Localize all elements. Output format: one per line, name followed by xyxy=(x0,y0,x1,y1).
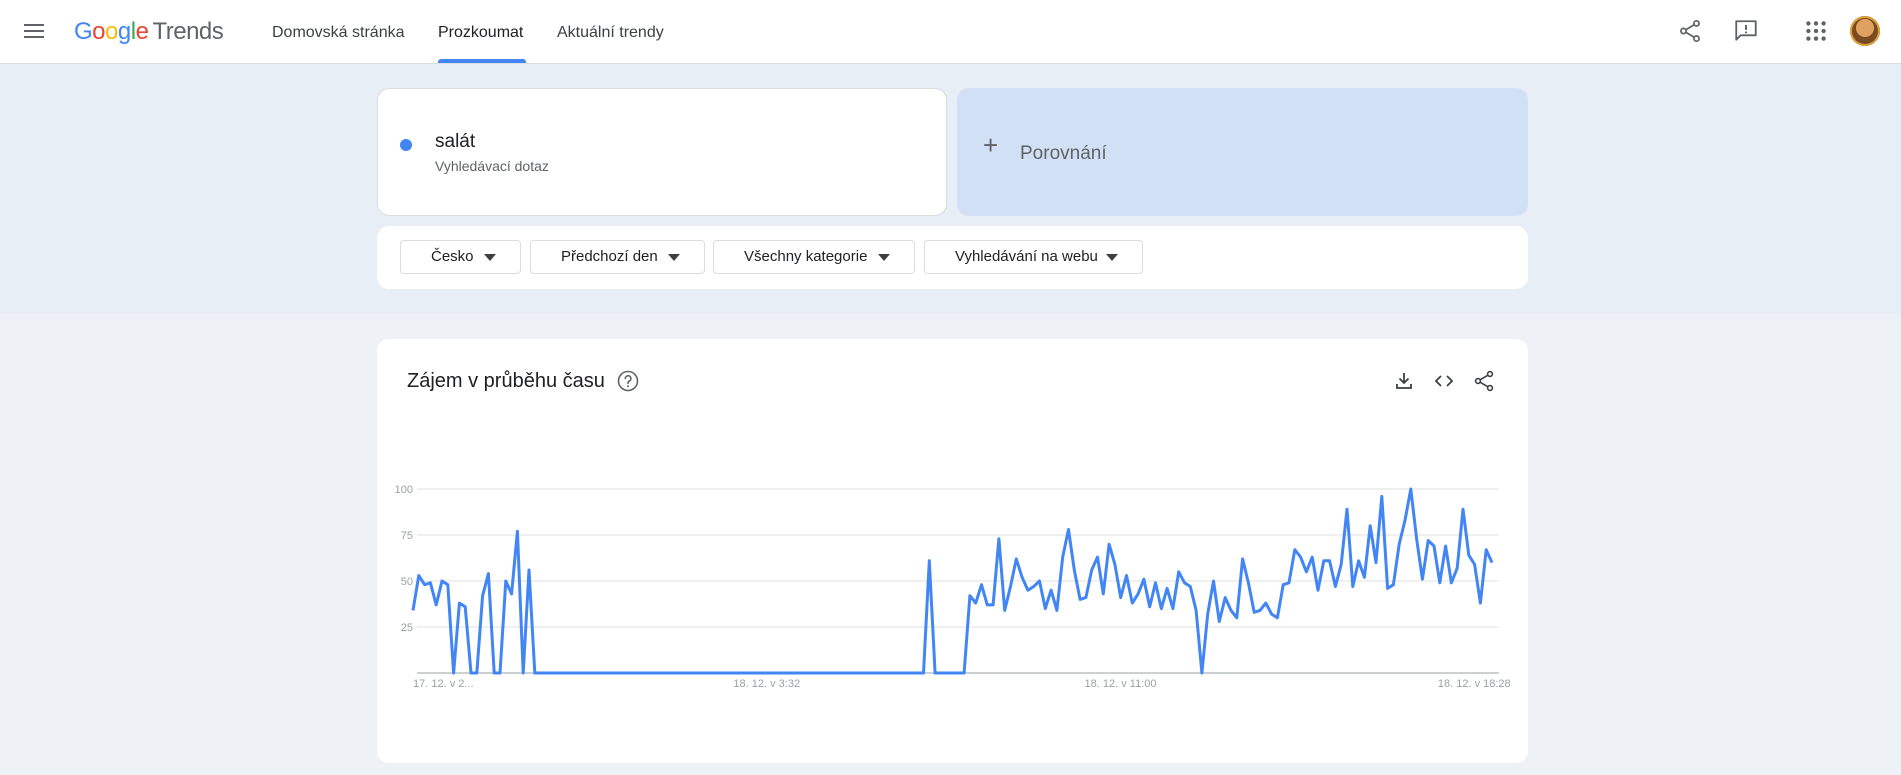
compare-button[interactable]: + Porovnání xyxy=(957,88,1528,216)
tab-home[interactable]: Domovská stránka xyxy=(272,0,405,63)
term-color-dot xyxy=(400,139,412,151)
search-term[interactable]: salát xyxy=(435,131,475,153)
y-tick-label: 100 xyxy=(395,484,413,496)
share-icon[interactable] xyxy=(1677,18,1703,44)
x-tick-label: 18. 12. v 11:00 xyxy=(1085,678,1157,690)
region-filter-label: Česko xyxy=(431,248,474,265)
region-filter[interactable]: Česko xyxy=(400,240,521,274)
x-tick-label: 18. 12. v 18:28 xyxy=(1438,678,1511,690)
dropdown-arrow-icon xyxy=(1106,254,1118,261)
time-range-filter[interactable]: Předchozí den xyxy=(530,240,705,274)
filter-bar: Česko Předchozí den Všechny kategorie Vy… xyxy=(377,226,1528,289)
active-tab-indicator xyxy=(438,59,526,63)
dropdown-arrow-icon xyxy=(878,254,890,261)
avatar[interactable] xyxy=(1850,16,1880,46)
x-tick-label: 17. 12. v 2... xyxy=(413,678,474,690)
y-tick-label: 50 xyxy=(401,576,413,588)
logo-trends-text: Trends xyxy=(152,18,224,45)
search-type-filter-label: Vyhledávání na webu xyxy=(955,248,1098,265)
interest-over-time-card: Zájem v průběhu času 100 75 50 25 17. 12. v … xyxy=(377,339,1528,763)
tab-trending-now[interactable]: Aktuální trendy xyxy=(557,0,664,63)
x-tick-label: 18. 12. v 3:32 xyxy=(733,678,800,690)
search-term-card[interactable]: salát Vyhledávací dotaz xyxy=(377,88,947,216)
plus-icon: + xyxy=(983,130,999,160)
compare-label: Porovnání xyxy=(1020,143,1107,164)
logo-google-text: Google xyxy=(74,18,149,45)
category-filter[interactable]: Všechny kategorie xyxy=(713,240,915,274)
apps-icon[interactable] xyxy=(1803,18,1829,44)
google-trends-logo[interactable]: Google Trends xyxy=(74,18,224,46)
top-app-bar: Google Trends Domovská stránka Prozkoumat… xyxy=(0,0,1901,64)
dropdown-arrow-icon xyxy=(484,254,496,261)
feedback-icon[interactable] xyxy=(1733,18,1759,44)
search-term-type: Vyhledávací dotaz xyxy=(435,158,549,174)
y-tick-label: 25 xyxy=(401,622,413,634)
y-tick-label: 75 xyxy=(401,530,413,542)
dropdown-arrow-icon xyxy=(668,254,680,261)
interest-line-chart: 100 75 50 25 17. 12. v 2... 18. 12. v 3:32 18.… xyxy=(395,484,1511,690)
category-filter-label: Všechny kategorie xyxy=(744,248,868,265)
menu-icon[interactable] xyxy=(22,20,46,44)
time-range-filter-label: Předchozí den xyxy=(561,248,658,265)
tab-explore[interactable]: Prozkoumat xyxy=(438,0,523,63)
search-type-filter[interactable]: Vyhledávání na webu xyxy=(924,240,1143,274)
